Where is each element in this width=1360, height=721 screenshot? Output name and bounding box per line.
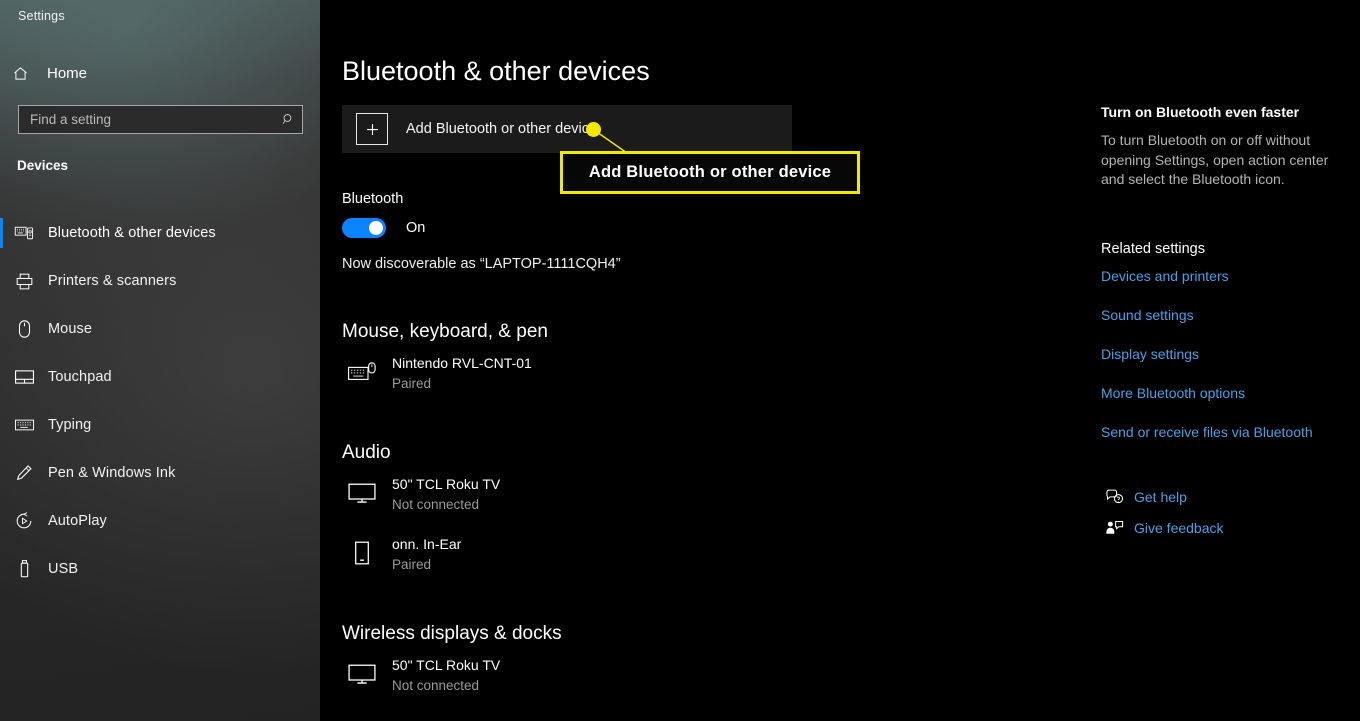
sidebar-group-title: Devices xyxy=(17,158,69,173)
device-row-onn-in-ear[interactable]: onn. In-Ear Paired xyxy=(342,536,461,573)
sidebar-item-label: AutoPlay xyxy=(48,513,107,529)
selection-indicator xyxy=(0,218,3,248)
bluetooth-section-label: Bluetooth xyxy=(342,191,404,207)
device-row-tcl-roku-tv-audio[interactable]: 50" TCL Roku TV Not connected xyxy=(342,476,500,513)
link-devices-and-printers[interactable]: Devices and printers xyxy=(1101,268,1229,284)
help-chat-icon xyxy=(1101,489,1127,505)
keyboard-mouse-icon xyxy=(342,355,382,389)
device-status: Not connected xyxy=(392,678,480,693)
device-name: 50" TCL Roku TV xyxy=(392,476,501,492)
search-input[interactable] xyxy=(19,106,274,133)
section-title-audio: Audio xyxy=(342,442,391,463)
monitor-icon xyxy=(342,657,382,691)
get-help-link[interactable]: Get help xyxy=(1101,489,1187,505)
sidebar-item-bluetooth-other-devices[interactable]: Bluetooth & other devices xyxy=(0,209,320,257)
related-settings-title: Related settings xyxy=(1101,241,1205,257)
sidebar-item-autoplay[interactable]: AutoPlay xyxy=(0,497,320,545)
search-box[interactable] xyxy=(18,105,303,134)
sidebar-home-label: Home xyxy=(47,64,88,82)
toggle-knob xyxy=(369,221,383,235)
device-text: onn. In-Ear Paired xyxy=(392,536,461,573)
device-text: 50" TCL Roku TV Not connected xyxy=(392,657,500,694)
touchpad-icon xyxy=(0,369,48,385)
sidebar-item-label: Pen & Windows Ink xyxy=(48,465,176,481)
home-icon xyxy=(0,65,40,82)
add-bluetooth-device-button[interactable]: Add Bluetooth or other device xyxy=(342,105,792,153)
monitor-icon xyxy=(342,476,382,510)
search-icon xyxy=(274,112,302,127)
sidebar-item-typing[interactable]: Typing xyxy=(0,401,320,449)
device-name: Nintendo RVL-CNT-01 xyxy=(392,355,532,371)
device-text: 50" TCL Roku TV Not connected xyxy=(392,476,500,513)
link-sound-settings[interactable]: Sound settings xyxy=(1101,307,1194,323)
sidebar-item-label: Bluetooth & other devices xyxy=(48,225,216,241)
feedback-person-icon xyxy=(1101,520,1127,536)
device-status: Not connected xyxy=(392,497,480,512)
add-bluetooth-device-label: Add Bluetooth or other device xyxy=(406,121,598,137)
bluetooth-toggle-state: On xyxy=(406,220,426,236)
device-name: 50" TCL Roku TV xyxy=(392,657,501,673)
device-status: Paired xyxy=(392,557,432,572)
link-more-bluetooth-options[interactable]: More Bluetooth options xyxy=(1101,385,1245,401)
device-status: Paired xyxy=(392,376,432,391)
link-display-settings[interactable]: Display settings xyxy=(1101,346,1199,362)
sidebar-item-usb[interactable]: USB xyxy=(0,545,320,593)
sidebar-item-home[interactable]: Home xyxy=(0,57,320,89)
sidebar-item-label: Printers & scanners xyxy=(48,273,177,289)
give-feedback-link[interactable]: Give feedback xyxy=(1101,520,1224,536)
device-row-nintendo[interactable]: Nintendo RVL-CNT-01 Paired xyxy=(342,355,532,392)
plus-icon xyxy=(356,113,388,145)
sidebar-item-label: Typing xyxy=(48,417,92,433)
callout-text: Add Bluetooth or other device xyxy=(588,163,832,181)
discoverable-text: Now discoverable as “LAPTOP-1111CQH4” xyxy=(342,256,621,272)
mouse-icon xyxy=(0,319,48,339)
get-help-label: Get help xyxy=(1134,489,1187,505)
sidebar: Settings Home Devices xyxy=(0,0,320,721)
right-panel: Turn on Bluetooth even faster To turn Bl… xyxy=(1101,0,1360,721)
device-name: onn. In-Ear xyxy=(392,536,462,552)
window-title: Settings xyxy=(18,9,65,23)
sidebar-item-pen-windows-ink[interactable]: Pen & Windows Ink xyxy=(0,449,320,497)
pen-icon xyxy=(0,463,48,483)
sidebar-item-label: Touchpad xyxy=(48,369,112,385)
link-send-receive-files-bluetooth[interactable]: Send or receive files via Bluetooth xyxy=(1101,424,1313,440)
page-title: Bluetooth & other devices xyxy=(342,56,650,86)
tip-title: Turn on Bluetooth even faster xyxy=(1101,104,1300,120)
bluetooth-toggle[interactable] xyxy=(342,218,386,238)
callout-anchor-dot xyxy=(586,122,601,137)
callout-box: Add Bluetooth or other device xyxy=(560,151,860,194)
device-row-tcl-roku-tv-display[interactable]: 50" TCL Roku TV Not connected xyxy=(342,657,500,694)
sidebar-item-label: USB xyxy=(48,561,79,577)
device-text: Nintendo RVL-CNT-01 Paired xyxy=(392,355,532,392)
sidebar-item-printers-scanners[interactable]: Printers & scanners xyxy=(0,257,320,305)
give-feedback-label: Give feedback xyxy=(1134,520,1224,536)
printer-icon xyxy=(0,272,48,291)
bluetooth-toggle-row[interactable]: On xyxy=(342,218,425,238)
sidebar-item-mouse[interactable]: Mouse xyxy=(0,305,320,353)
sidebar-nav: Bluetooth & other devices Printers & sca… xyxy=(0,209,320,593)
sidebar-item-touchpad[interactable]: Touchpad xyxy=(0,353,320,401)
section-title-mouse-keyboard-pen: Mouse, keyboard, & pen xyxy=(342,321,548,342)
section-title-wireless-displays-docks: Wireless displays & docks xyxy=(342,623,562,644)
sidebar-item-label: Mouse xyxy=(48,321,93,337)
settings-window: Settings Home Devices xyxy=(0,0,1360,721)
keyboard-icon xyxy=(0,418,48,432)
bluetooth-devices-icon xyxy=(0,225,48,242)
phone-icon xyxy=(342,536,382,570)
usb-icon xyxy=(0,559,48,579)
autoplay-icon xyxy=(0,511,48,531)
tip-body: To turn Bluetooth on or off without open… xyxy=(1101,132,1329,187)
